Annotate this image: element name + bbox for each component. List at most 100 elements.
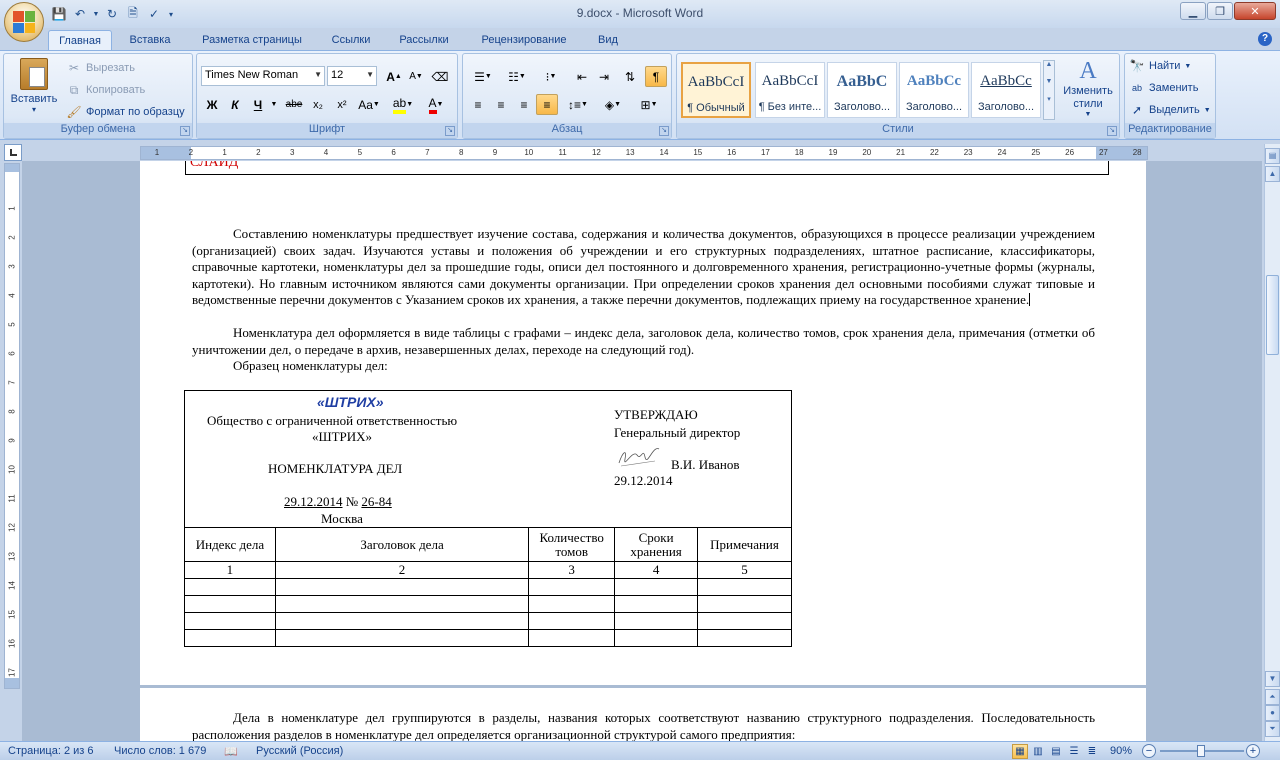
header-index[interactable]: Индекс дела	[184, 527, 276, 562]
print-layout-icon[interactable]: ▦	[1012, 744, 1028, 759]
select-button[interactable]: ➚ Выделить ▼	[1129, 102, 1211, 118]
shrink-font-button[interactable]: A ▼	[405, 66, 427, 87]
highlight-button[interactable]: ab ▼	[389, 94, 417, 115]
tab-selector-icon[interactable]	[4, 144, 22, 161]
full-screen-reading-icon[interactable]: ▥	[1030, 744, 1046, 759]
horizontal-ruler[interactable]: 1 2 1 2 3 4 5 6 7 8 9 10 11 12 13 14 15 16 17 18 19 20 21 22 23 2…	[140, 146, 1148, 160]
zoom-out-icon[interactable]: −	[1142, 744, 1156, 758]
find-button[interactable]: 🔭 Найти ▼	[1129, 58, 1192, 74]
subscript-button[interactable]: x₂	[307, 94, 329, 115]
minimize-icon[interactable]: ▁	[1180, 2, 1206, 20]
nomenclature-table[interactable]: Индекс дела Заголовок дела Количество то…	[184, 527, 792, 647]
ruler-toggle-icon[interactable]: ▤	[1265, 148, 1280, 164]
line-spacing-icon[interactable]: ↕≡ ▼	[563, 94, 593, 115]
tab-view[interactable]: Вид	[588, 30, 628, 50]
table-cell[interactable]	[528, 595, 616, 613]
header-volumes[interactable]: Количество томов	[528, 527, 616, 562]
style-normal[interactable]: AaBbCcI ¶ Обычный	[681, 62, 751, 118]
scroll-thumb[interactable]	[1266, 275, 1279, 355]
chevron-down-icon[interactable]: ▼	[1044, 78, 1054, 85]
paste-dropdown-icon[interactable]: ▾	[32, 105, 36, 114]
bold-button[interactable]: Ж	[201, 94, 223, 115]
style-no-spacing[interactable]: AaBbCcI ¶ Без инте...	[755, 62, 825, 118]
document-page[interactable]: СЛАЙД Составлению номенклатуры предшеств…	[140, 161, 1146, 685]
nomenclature-sample[interactable]: «ШТРИХ» Общество с ограниченной ответств…	[184, 390, 792, 647]
zoom-in-icon[interactable]: +	[1246, 744, 1260, 758]
next-page-icon[interactable]: ⏷	[1265, 721, 1280, 737]
paste-button[interactable]: Вставить ▾	[8, 58, 60, 114]
table-cell[interactable]	[274, 612, 530, 630]
zoom-level[interactable]: 90%	[1110, 745, 1132, 757]
previous-page-icon[interactable]: ⏶	[1265, 689, 1280, 705]
paragraph-1[interactable]: Составлению номенклатуры предшествует из…	[192, 226, 1095, 309]
change-case-button[interactable]: Aa ▼	[355, 94, 383, 115]
show-marks-icon[interactable]: ¶	[645, 66, 667, 87]
font-name-combo[interactable]: Times New Roman ▼	[201, 66, 325, 86]
proofing-icon[interactable]: 📖	[224, 745, 238, 758]
paragraph-4[interactable]: Дела в номенклатуре дел группируются в р…	[192, 710, 1095, 741]
zoom-slider-thumb[interactable]	[1197, 745, 1205, 757]
borders-icon[interactable]: ⊞ ▼	[633, 94, 665, 115]
align-right-icon[interactable]: ≡	[513, 94, 535, 115]
draft-icon[interactable]: ≣	[1084, 744, 1100, 759]
table-cell[interactable]	[697, 578, 792, 596]
styles-launcher-icon[interactable]: ↘	[1107, 126, 1117, 136]
style-heading-1[interactable]: AaBbC Заголово...	[827, 62, 897, 118]
italic-button[interactable]: К	[224, 94, 246, 115]
scroll-down-icon[interactable]: ▼	[1265, 671, 1280, 687]
status-language[interactable]: Русский (Россия)	[256, 745, 343, 757]
header-storage[interactable]: Сроки хранения	[614, 527, 699, 562]
tab-references[interactable]: Ссылки	[322, 30, 380, 50]
tab-insert[interactable]: Вставка	[120, 30, 180, 50]
table-cell[interactable]: 1	[184, 561, 276, 579]
increase-indent-icon[interactable]: ⇥	[593, 66, 615, 87]
bullets-icon[interactable]: ☰ ▼	[467, 66, 499, 87]
table-cell[interactable]	[274, 595, 530, 613]
style-heading-2[interactable]: AaBbCc Заголово...	[899, 62, 969, 118]
underline-button[interactable]: Ч	[247, 94, 269, 115]
table-cell[interactable]	[697, 595, 792, 613]
table-cell[interactable]	[184, 629, 276, 647]
table-cell[interactable]	[184, 595, 276, 613]
table-cell[interactable]	[274, 629, 530, 647]
align-left-icon[interactable]: ≡	[467, 94, 489, 115]
clipboard-launcher-icon[interactable]: ↘	[180, 126, 190, 136]
multilevel-list-icon[interactable]: ⁝ ▼	[535, 66, 567, 87]
slide-label[interactable]: СЛАЙД	[190, 161, 238, 171]
status-words[interactable]: Число слов: 1 679	[114, 745, 206, 757]
web-layout-icon[interactable]: ▤	[1048, 744, 1064, 759]
table-cell[interactable]	[184, 578, 276, 596]
table-cell[interactable]	[614, 612, 699, 630]
table-cell[interactable]	[528, 612, 616, 630]
table-cell[interactable]: 3	[528, 561, 616, 579]
replace-button[interactable]: ab Заменить	[1129, 80, 1198, 96]
strikethrough-button[interactable]: abe	[283, 94, 305, 115]
paragraph-2[interactable]: Номенклатура дел оформляется в виде табл…	[192, 325, 1095, 358]
restore-icon[interactable]: ❐	[1207, 2, 1233, 20]
document-page-next[interactable]: Дела в номенклатуре дел группируются в р…	[140, 688, 1146, 741]
chevron-up-icon[interactable]: ▲	[1044, 61, 1054, 68]
table-cell[interactable]: 2	[274, 561, 530, 579]
more-styles-icon[interactable]: ▾	[1044, 95, 1054, 103]
outline-icon[interactable]: ☰	[1066, 744, 1082, 759]
browse-object-icon[interactable]: ●	[1265, 705, 1280, 721]
header-title[interactable]: Заголовок дела	[274, 527, 530, 562]
table-cell[interactable]	[697, 612, 792, 630]
table-cell[interactable]: 4	[614, 561, 699, 579]
paragraph-launcher-icon[interactable]: ↘	[659, 126, 669, 136]
table-cell[interactable]	[528, 578, 616, 596]
help-icon[interactable]: ?	[1258, 32, 1272, 46]
font-size-combo[interactable]: 12 ▼	[327, 66, 377, 86]
superscript-button[interactable]: x²	[331, 94, 353, 115]
underline-dropdown-icon[interactable]: ▼	[269, 94, 279, 115]
scroll-up-icon[interactable]: ▲	[1265, 166, 1280, 182]
tab-review[interactable]: Рецензирование	[468, 30, 580, 50]
clear-formatting-icon[interactable]: ⌫	[429, 66, 451, 87]
paragraph-3[interactable]: Образец номенклатуры дел:	[192, 358, 1095, 375]
change-styles-button[interactable]: A Изменить стили ▼	[1059, 58, 1117, 118]
tab-home[interactable]: Главная	[48, 30, 112, 50]
font-color-button[interactable]: A ▼	[421, 94, 451, 115]
table-cell[interactable]	[697, 629, 792, 647]
table-cell[interactable]	[274, 578, 530, 596]
cut-button[interactable]: ✂ Вырезать	[66, 60, 135, 76]
